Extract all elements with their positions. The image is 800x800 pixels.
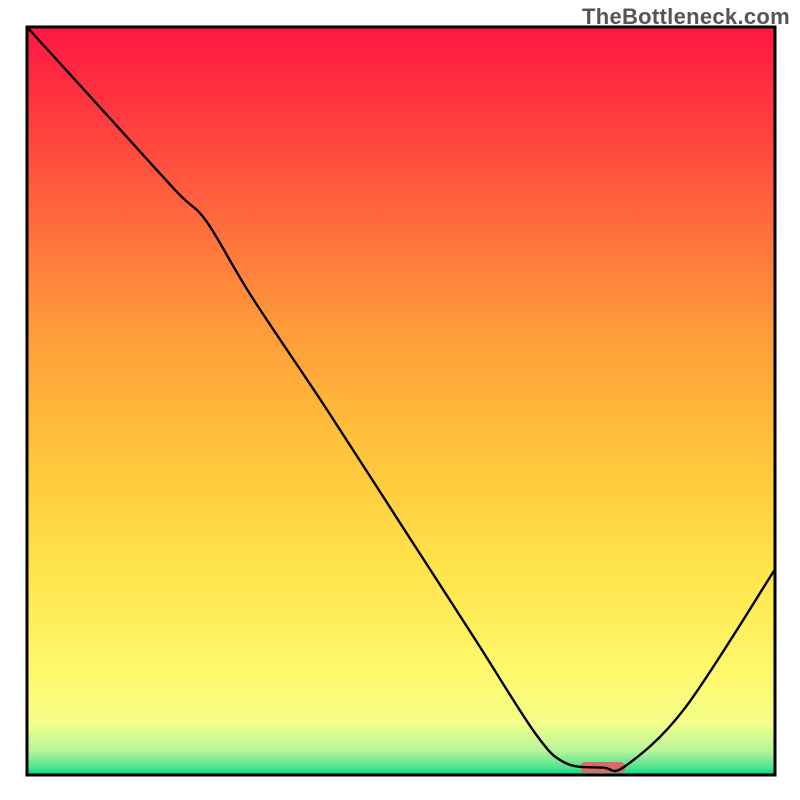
chart-background xyxy=(27,27,775,775)
bottleneck-chart xyxy=(0,0,800,800)
chart-container: TheBottleneck.com xyxy=(0,0,800,800)
watermark-label: TheBottleneck.com xyxy=(582,4,790,30)
